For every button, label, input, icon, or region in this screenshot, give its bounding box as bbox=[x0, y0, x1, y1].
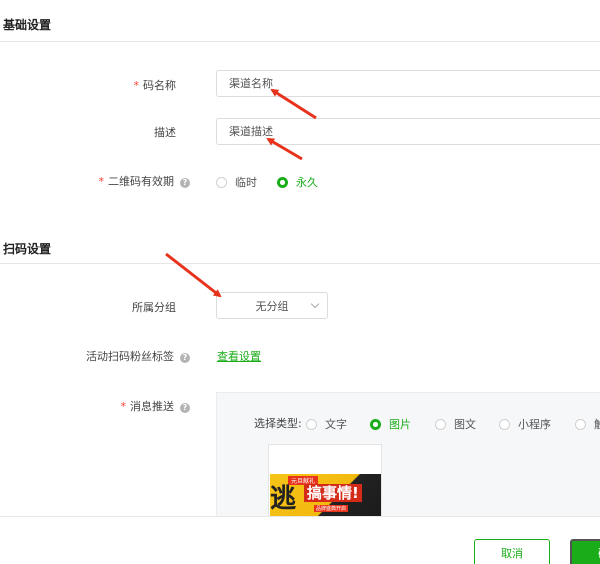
fans-tag-label: 活动扫码粉丝标签 bbox=[86, 350, 174, 363]
section-divider bbox=[0, 41, 600, 42]
cancel-button[interactable]: 取消 bbox=[474, 539, 550, 564]
radio-label: 小程序 bbox=[518, 418, 551, 431]
section-title-scan: 扫码设置 bbox=[3, 242, 52, 256]
thumbnail-big-glyph: 逃 bbox=[270, 484, 297, 514]
confirm-button[interactable]: 确 bbox=[570, 539, 600, 564]
radio-label: 临时 bbox=[235, 176, 257, 189]
group-select[interactable]: 无分组 bbox=[216, 292, 328, 319]
type-option-more[interactable]: 触 bbox=[575, 416, 600, 432]
radio-label: 触 bbox=[594, 418, 600, 431]
radio-icon bbox=[216, 176, 227, 188]
type-option-text[interactable]: 文字 bbox=[306, 416, 347, 432]
validity-option-permanent[interactable]: 永久 bbox=[277, 174, 318, 190]
thumbnail-subtext: 品牌盛典开启 bbox=[314, 505, 349, 512]
type-option-image[interactable]: 图片 bbox=[370, 416, 411, 432]
type-option-miniprogram[interactable]: 小程序 bbox=[499, 416, 551, 432]
radio-icon bbox=[306, 418, 317, 430]
validity-label: 二维码有效期 bbox=[108, 175, 174, 188]
section-title-basic: 基础设置 bbox=[3, 18, 52, 32]
group-label: 所属分组 bbox=[132, 301, 176, 314]
section-divider bbox=[0, 263, 600, 264]
radio-checked-icon bbox=[370, 418, 381, 430]
desc-label: 描述 bbox=[154, 126, 176, 139]
chevron-down-icon bbox=[310, 299, 320, 309]
push-label-row: * 消息推送? bbox=[60, 398, 190, 414]
help-icon[interactable]: ? bbox=[180, 403, 190, 413]
validity-label-row: * 二维码有效期? bbox=[60, 173, 190, 189]
thumbnail-headline: 搞事情! bbox=[304, 484, 362, 502]
push-label: 消息推送 bbox=[130, 400, 174, 413]
name-label: 码名称 bbox=[143, 79, 176, 92]
radio-icon bbox=[499, 418, 510, 430]
view-settings-link[interactable]: 查看设置 bbox=[217, 348, 261, 364]
radio-icon bbox=[575, 418, 586, 430]
validity-option-temporary[interactable]: 临时 bbox=[216, 174, 257, 190]
name-label-row: * 码名称 bbox=[100, 77, 177, 93]
selected-image-thumbnail[interactable]: 元旦献礼 逃 搞事情! 品牌盛典开启 bbox=[268, 444, 382, 524]
fans-tag-label-row: 活动扫码粉丝标签? bbox=[40, 348, 190, 364]
type-option-article[interactable]: 图文 bbox=[435, 416, 476, 432]
radio-label: 图片 bbox=[389, 418, 411, 431]
arrow-to-group-select bbox=[165, 252, 222, 298]
required-mark: * bbox=[98, 175, 105, 188]
radio-label: 永久 bbox=[296, 176, 318, 189]
help-icon[interactable]: ? bbox=[180, 353, 190, 363]
radio-icon bbox=[435, 418, 446, 430]
required-mark: * bbox=[120, 400, 127, 413]
help-icon[interactable]: ? bbox=[180, 178, 190, 188]
radio-label: 图文 bbox=[454, 418, 476, 431]
radio-checked-icon bbox=[277, 176, 288, 188]
required-mark: * bbox=[133, 79, 140, 92]
select-type-label: 选择类型: bbox=[254, 417, 302, 430]
name-input[interactable]: 渠道名称 bbox=[216, 70, 600, 97]
radio-label: 文字 bbox=[325, 418, 347, 431]
group-select-value: 无分组 bbox=[255, 299, 289, 313]
desc-input[interactable]: 渠道描述 bbox=[216, 118, 600, 145]
